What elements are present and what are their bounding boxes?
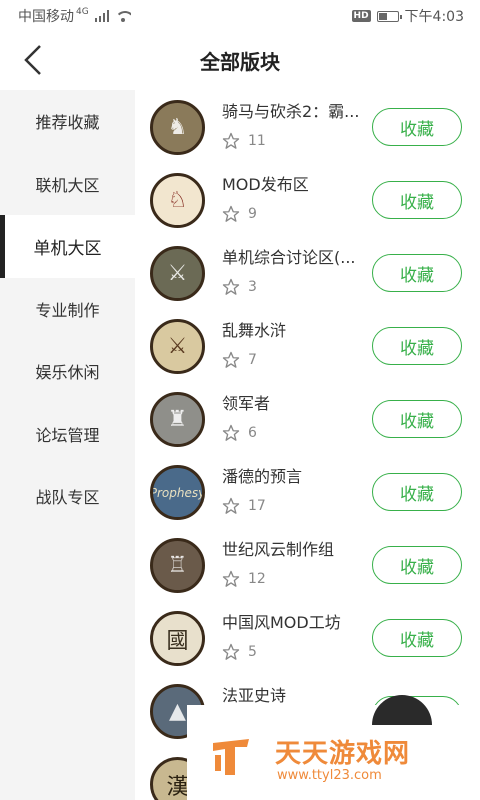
favorite-button[interactable]: 收藏 [372, 473, 462, 511]
list-item[interactable]: ♞ 骑马与砍杀2：霸... 11 收藏 [135, 90, 480, 163]
page-title: 全部版块 [200, 50, 280, 74]
board-name: 潘德的预言 [222, 467, 303, 486]
sidebar-item-label: 战队专区 [35, 488, 100, 508]
favorite-button[interactable]: 收藏 [372, 619, 462, 657]
sidebar-item-recommended[interactable]: 推荐收藏 [0, 90, 135, 153]
board-name: 单机综合讨论区(... [222, 248, 356, 267]
star-icon [222, 424, 240, 441]
hd-badge: HD [351, 10, 371, 22]
signal-icon [94, 10, 109, 22]
sidebar-item-singleplayer[interactable]: 单机大区 [0, 215, 135, 278]
prophecy-logo-icon: Prophesy [150, 485, 205, 500]
favorite-count: 3 [248, 279, 257, 295]
board-name: 乱舞水浒 [222, 321, 287, 340]
list-item[interactable]: Prophesy 潘德的预言 17 收藏 [135, 455, 480, 528]
board-name: 骑马与砍杀2：霸... [222, 102, 360, 121]
army-icon: ♖ [167, 553, 188, 578]
board-avatar: ♜ [150, 392, 205, 447]
sidebar-item-online[interactable]: 联机大区 [0, 153, 135, 216]
watermark-banner: 天天游戏网 www.ttyl23.com [187, 695, 480, 800]
board-list: ♞ 骑马与砍杀2：霸... 11 收藏 ♘ MOD发布区 9 收藏 ⚔ 单机综合… [135, 90, 480, 800]
favorite-button[interactable]: 收藏 [372, 327, 462, 365]
network-label: 4G [76, 7, 89, 17]
landscape-icon: ▲ [169, 699, 186, 724]
star-icon [222, 497, 240, 514]
sidebar-item-forum-admin[interactable]: 论坛管理 [0, 403, 135, 466]
carrier-label: 中国移动 [18, 9, 74, 25]
favorite-count: 7 [248, 352, 257, 368]
favorite-count: 11 [248, 133, 266, 149]
favorite-button[interactable]: 收藏 [372, 108, 462, 146]
star-icon [222, 132, 240, 149]
star-icon [222, 351, 240, 368]
favorite-count: 6 [248, 425, 257, 441]
list-item[interactable]: ♖ 世纪风云制作组 12 收藏 [135, 528, 480, 601]
board-avatar: ♖ [150, 538, 205, 593]
star-icon [222, 278, 240, 295]
battle-icon: ⚔ [167, 261, 188, 286]
warrior-icon: ⚔ [167, 334, 188, 359]
seal-script-icon: 國 [166, 628, 189, 654]
sidebar-item-label: 单机大区 [33, 238, 102, 259]
knight-icon: ♜ [167, 407, 188, 432]
board-name: 法亚史诗 [222, 686, 287, 705]
favorite-button[interactable]: 收藏 [372, 254, 462, 292]
horse-icon: ♘ [167, 188, 188, 213]
board-avatar: ⚔ [150, 319, 205, 374]
header: 全部版块 [0, 32, 480, 88]
favorite-count: 12 [248, 571, 266, 587]
favorite-button[interactable]: 收藏 [372, 181, 462, 219]
board-name: 中国风MOD工坊 [222, 613, 341, 632]
list-item[interactable]: ⚔ 乱舞水浒 7 收藏 [135, 309, 480, 382]
sidebar-item-label: 娱乐休闲 [35, 363, 100, 383]
board-avatar: ♞ [150, 100, 205, 155]
wifi-icon [114, 10, 131, 22]
calligraphy-icon: 漢 [166, 774, 189, 800]
sidebar-item-entertainment[interactable]: 娱乐休闲 [0, 340, 135, 403]
board-avatar: Prophesy [150, 465, 205, 520]
site-logo-text: 天天游戏网 [275, 739, 411, 769]
board-name: MOD发布区 [222, 175, 309, 194]
site-logo-icon [213, 739, 249, 775]
board-name: 世纪风云制作组 [222, 540, 335, 559]
board-avatar: 國 [150, 611, 205, 666]
star-icon [222, 643, 240, 660]
board-avatar: ♘ [150, 173, 205, 228]
favorite-button[interactable]: 收藏 [372, 546, 462, 584]
board-name: 领军者 [222, 394, 271, 413]
sidebar-item-production[interactable]: 专业制作 [0, 278, 135, 341]
sidebar-item-clans[interactable]: 战队专区 [0, 465, 135, 528]
board-avatar: ⚔ [150, 246, 205, 301]
list-item[interactable]: ♜ 领军者 6 收藏 [135, 382, 480, 455]
list-item[interactable]: ♘ MOD发布区 9 收藏 [135, 163, 480, 236]
favorite-button[interactable]: 收藏 [372, 400, 462, 438]
battery-icon [376, 10, 402, 22]
sidebar-item-label: 论坛管理 [35, 425, 100, 445]
sidebar-item-label: 联机大区 [35, 175, 100, 195]
list-item[interactable]: ⚔ 单机综合讨论区(... 3 收藏 [135, 236, 480, 309]
star-icon [222, 205, 240, 222]
site-url: www.ttyl23.com [277, 768, 382, 783]
favorite-count: 5 [248, 644, 257, 660]
sidebar-item-label: 专业制作 [35, 300, 100, 320]
sidebar: 推荐收藏 联机大区 单机大区 专业制作 娱乐休闲 论坛管理 战队专区 [0, 90, 135, 800]
favorite-count: 17 [248, 498, 266, 514]
status-bar: 中国移动 4G HD 下午4:03 [0, 0, 480, 32]
clock: 下午4:03 [404, 9, 464, 25]
favorite-count: 9 [248, 206, 257, 222]
sidebar-item-label: 推荐收藏 [35, 113, 100, 133]
list-item[interactable]: 國 中国风MOD工坊 5 收藏 [135, 601, 480, 674]
rider-icon: ♞ [167, 115, 188, 140]
star-icon [222, 570, 240, 587]
